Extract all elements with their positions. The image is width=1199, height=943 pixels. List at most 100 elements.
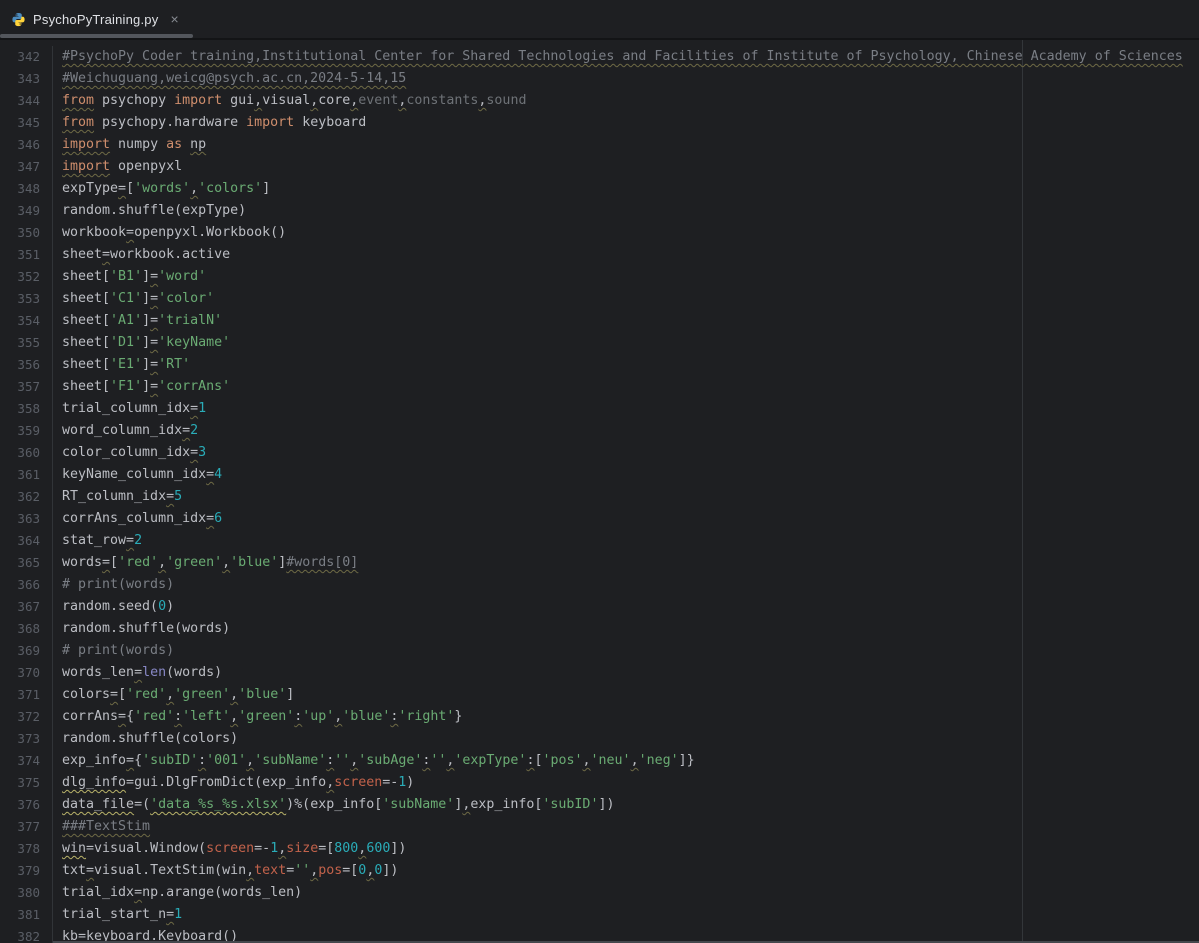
tab-psychopytraining[interactable]: PsychoPyTraining.py × bbox=[0, 0, 193, 38]
line-number[interactable]: 362 bbox=[0, 486, 53, 508]
line-number[interactable]: 358 bbox=[0, 398, 53, 420]
line-number[interactable]: 382 bbox=[0, 926, 53, 943]
line-number[interactable]: 375 bbox=[0, 772, 53, 794]
code-token: 'blue' bbox=[342, 709, 390, 724]
code-line[interactable]: 347import openpyxl bbox=[0, 156, 1199, 178]
line-number[interactable]: 367 bbox=[0, 596, 53, 618]
code-line[interactable]: 352sheet['B1']='word' bbox=[0, 266, 1199, 288]
code-editor[interactable]: 342 #PsychoPy Coder training,Institutiona… bbox=[0, 40, 1199, 943]
code-line[interactable]: 362RT_column_idx=5 bbox=[0, 486, 1199, 508]
code-line[interactable]: 345from psychopy.hardware import keyboar… bbox=[0, 112, 1199, 134]
line-number[interactable]: 346 bbox=[0, 134, 53, 156]
code-line[interactable]: 351sheet=workbook.active bbox=[0, 244, 1199, 266]
line-number[interactable]: 353 bbox=[0, 288, 53, 310]
line-number[interactable]: 357 bbox=[0, 376, 53, 398]
code-line[interactable]: 372corrAns={'red':'left','green':'up','b… bbox=[0, 706, 1199, 728]
code-line[interactable]: 373random.shuffle(colors) bbox=[0, 728, 1199, 750]
line-number[interactable]: 360 bbox=[0, 442, 53, 464]
code-line[interactable]: 342 #PsychoPy Coder training,Institutiona… bbox=[0, 46, 1199, 68]
line-number[interactable]: 378 bbox=[0, 838, 53, 860]
code-line[interactable]: 343#Weichuguang,weicg@psych.ac.cn,2024-5… bbox=[0, 68, 1199, 90]
line-number[interactable]: 376 bbox=[0, 794, 53, 816]
code-line[interactable]: 354sheet['A1']='trialN' bbox=[0, 310, 1199, 332]
code-line[interactable]: 376data_file=('data_%s_%s.xlsx')%(exp_in… bbox=[0, 794, 1199, 816]
line-number[interactable]: 361 bbox=[0, 464, 53, 486]
line-number[interactable]: 343 bbox=[0, 68, 53, 90]
code-line[interactable]: 381trial_start_n=1 bbox=[0, 904, 1199, 926]
code-line[interactable]: 349random.shuffle(expType) bbox=[0, 200, 1199, 222]
line-number[interactable]: 345 bbox=[0, 112, 53, 134]
line-number[interactable]: 364 bbox=[0, 530, 53, 552]
line-number[interactable]: 354 bbox=[0, 310, 53, 332]
code-token: } bbox=[454, 709, 462, 724]
code-text: corrAns={'red':'left','green':'up','blue… bbox=[53, 706, 1199, 728]
code-line[interactable]: 355sheet['D1']='keyName' bbox=[0, 332, 1199, 354]
line-number[interactable]: 369 bbox=[0, 640, 53, 662]
code-token: screen bbox=[334, 775, 382, 790]
code-line[interactable]: 368random.shuffle(words) bbox=[0, 618, 1199, 640]
code-line[interactable]: 369# print(words) bbox=[0, 640, 1199, 662]
code-token: as bbox=[166, 137, 182, 152]
code-line[interactable]: 377###TextStim bbox=[0, 816, 1199, 838]
code-line[interactable]: 363corrAns_column_idx=6 bbox=[0, 508, 1199, 530]
code-token: 2 bbox=[134, 533, 142, 548]
code-line[interactable]: 359word_column_idx=2 bbox=[0, 420, 1199, 442]
code-line[interactable]: 371colors=['red','green','blue'] bbox=[0, 684, 1199, 706]
code-line[interactable]: 364stat_row=2 bbox=[0, 530, 1199, 552]
line-number[interactable]: 366 bbox=[0, 574, 53, 596]
code-token: visual bbox=[262, 93, 310, 108]
line-number[interactable]: 359 bbox=[0, 420, 53, 442]
line-number[interactable]: 342 bbox=[0, 46, 53, 68]
tab-close-icon[interactable]: × bbox=[170, 12, 178, 26]
line-number[interactable]: 355 bbox=[0, 332, 53, 354]
code-token: trial_start_n bbox=[62, 907, 166, 922]
code-line[interactable]: 348expType=['words','colors'] bbox=[0, 178, 1199, 200]
line-number[interactable]: 379 bbox=[0, 860, 53, 882]
code-line[interactable]: 357sheet['F1']='corrAns' bbox=[0, 376, 1199, 398]
code-line[interactable]: 344from psychopy import gui,visual,core,… bbox=[0, 90, 1199, 112]
line-number[interactable]: 372 bbox=[0, 706, 53, 728]
code-token: { bbox=[126, 709, 134, 724]
line-number[interactable]: 380 bbox=[0, 882, 53, 904]
code-token: = bbox=[102, 555, 110, 570]
code-line[interactable]: 375dlg_info=gui.DlgFromDict(exp_info,scr… bbox=[0, 772, 1199, 794]
line-number[interactable]: 377 bbox=[0, 816, 53, 838]
code-line[interactable]: 367random.seed(0) bbox=[0, 596, 1199, 618]
line-number[interactable]: 365 bbox=[0, 552, 53, 574]
code-line[interactable]: 370words_len=len(words) bbox=[0, 662, 1199, 684]
line-number[interactable]: 344 bbox=[0, 90, 53, 112]
code-line[interactable]: 366# print(words) bbox=[0, 574, 1199, 596]
code-line[interactable]: 378win=visual.Window(screen=-1,size=[800… bbox=[0, 838, 1199, 860]
code-token: =( bbox=[134, 797, 150, 812]
line-number[interactable]: 374 bbox=[0, 750, 53, 772]
line-number[interactable]: 371 bbox=[0, 684, 53, 706]
line-number[interactable]: 356 bbox=[0, 354, 53, 376]
code-line[interactable]: 350workbook=openpyxl.Workbook() bbox=[0, 222, 1199, 244]
line-number[interactable]: 352 bbox=[0, 266, 53, 288]
line-number[interactable]: 351 bbox=[0, 244, 53, 266]
line-number[interactable]: 368 bbox=[0, 618, 53, 640]
code-line[interactable]: 365words=['red','green','blue']#words[0] bbox=[0, 552, 1199, 574]
line-number[interactable]: 349 bbox=[0, 200, 53, 222]
line-number[interactable]: 347 bbox=[0, 156, 53, 178]
code-line[interactable]: 356sheet['E1']='RT' bbox=[0, 354, 1199, 376]
code-line[interactable]: 346import numpy as np bbox=[0, 134, 1199, 156]
code-line[interactable]: 379txt=visual.TextStim(win,text='',pos=[… bbox=[0, 860, 1199, 882]
code-line[interactable]: 360color_column_idx=3 bbox=[0, 442, 1199, 464]
code-line[interactable]: 380trial_idx=np.arange(words_len) bbox=[0, 882, 1199, 904]
line-number[interactable]: 370 bbox=[0, 662, 53, 684]
code-line[interactable]: 374exp_info={'subID':'001','subName':'',… bbox=[0, 750, 1199, 772]
code-line[interactable]: 361keyName_column_idx=4 bbox=[0, 464, 1199, 486]
code-token: [ bbox=[118, 687, 126, 702]
line-number[interactable]: 348 bbox=[0, 178, 53, 200]
line-number[interactable]: 381 bbox=[0, 904, 53, 926]
code-text: sheet=workbook.active bbox=[53, 244, 1199, 266]
code-line[interactable]: 358trial_column_idx=1 bbox=[0, 398, 1199, 420]
code-token: words bbox=[62, 555, 102, 570]
line-number[interactable]: 373 bbox=[0, 728, 53, 750]
line-number[interactable]: 350 bbox=[0, 222, 53, 244]
code-line[interactable]: 353sheet['C1']='color' bbox=[0, 288, 1199, 310]
code-token: = bbox=[126, 775, 134, 790]
line-number[interactable]: 363 bbox=[0, 508, 53, 530]
code-token: #PsychoPy Coder training,Institutional C… bbox=[62, 49, 1183, 64]
